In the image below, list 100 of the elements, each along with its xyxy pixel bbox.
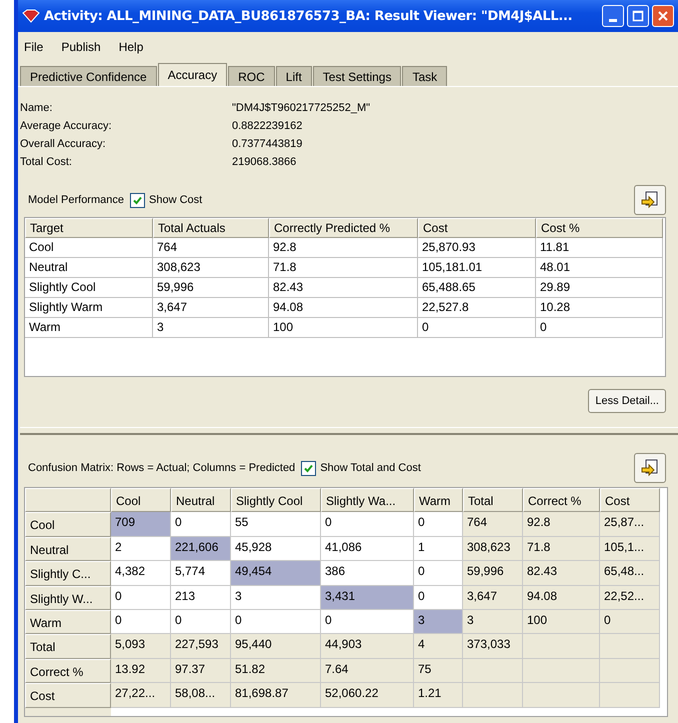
table-cell: 71.8: [523, 536, 600, 562]
row-header: Slightly C...: [25, 561, 111, 586]
table-cell: 92.8: [523, 512, 600, 537]
tab[interactable]: Predictive Confidence: [20, 66, 157, 86]
table-cell: 0: [414, 512, 463, 537]
table-cell: 94.08: [269, 298, 418, 318]
section-label: Confusion Matrix: Rows = Actual; Columns = Predicted: [28, 462, 296, 474]
table-cell: Warm: [25, 318, 153, 338]
minimize-button[interactable]: [602, 5, 624, 27]
checkbox[interactable]: [130, 192, 145, 208]
table-cell: 81,698.87: [231, 683, 321, 708]
table-cell: 48.01: [536, 258, 663, 278]
column-header[interactable]: Target: [25, 218, 153, 238]
table-cell: 386: [321, 561, 414, 586]
table-cell: 0: [600, 610, 660, 634]
menu-item[interactable]: Publish: [61, 40, 101, 54]
table-cell: 308,623: [153, 258, 269, 278]
table-cell: 4,382: [111, 561, 171, 586]
field-value: "DM4J$T960217725252_M": [232, 101, 372, 115]
table-cell: 59,996: [463, 561, 523, 586]
field-label: Average Accuracy:: [20, 119, 113, 133]
table-cell: 0: [414, 586, 463, 610]
table-cell: Cool: [25, 238, 153, 258]
close-button[interactable]: [652, 5, 674, 27]
menu-item[interactable]: File: [24, 40, 44, 54]
column-header[interactable]: Correctly Predicted %: [269, 218, 418, 238]
row-header: Correct %: [25, 658, 111, 684]
window-title: Activity: ALL_MINING_DATA_BU861876573_BA: Result Viewer: "DM4J$ALL...: [44, 8, 574, 24]
tab[interactable]: Lift: [276, 66, 312, 86]
column-header[interactable]: Cool: [111, 488, 171, 512]
table-cell: 75: [414, 658, 463, 684]
table-cell: 44,903: [321, 634, 414, 659]
table-cell: 3,647: [153, 298, 269, 318]
column-header[interactable]: Warm: [414, 488, 463, 512]
checkbox[interactable]: [301, 460, 316, 476]
table-cell: 0: [111, 610, 171, 634]
row-header: Neutral: [25, 536, 111, 562]
table-cell: 3: [231, 586, 321, 610]
table-cell: 0: [111, 586, 171, 610]
tab[interactable]: Accuracy: [158, 63, 228, 86]
table-cell: 1: [414, 536, 463, 562]
table-cell: 22,52...: [600, 586, 660, 610]
field-value: 219068.3866: [232, 155, 298, 169]
table-cell: [600, 634, 660, 659]
column-header[interactable]: Cost: [418, 218, 536, 238]
column-header[interactable]: Total: [463, 488, 523, 512]
table-cell: 709: [111, 512, 171, 537]
table-cell: 25,87...: [600, 512, 660, 537]
table-cell: 97.37: [171, 658, 231, 684]
column-header[interactable]: Correct %: [523, 488, 600, 512]
table-cell: 0: [414, 561, 463, 586]
field-value: 0.7377443819: [232, 137, 304, 151]
export-button[interactable]: [634, 453, 666, 483]
table-cell: 55: [231, 512, 321, 537]
table-cell: 52,060.22: [321, 683, 414, 708]
table-cell: 3,647: [463, 586, 523, 610]
table-cell: 373,033: [463, 634, 523, 659]
table-cell: 3: [414, 610, 463, 634]
tab[interactable]: Test Settings: [312, 66, 402, 86]
table-cell: 100: [269, 318, 418, 338]
export-icon: [640, 458, 660, 478]
table-cell: 3: [463, 610, 523, 634]
table-cell: 0: [321, 610, 414, 634]
minimize-icon: [609, 18, 617, 22]
splitter[interactable]: [20, 427, 678, 435]
table-cell: 764: [463, 512, 523, 537]
column-header[interactable]: Slightly Wa...: [321, 488, 414, 512]
table-cell: 0: [231, 610, 321, 634]
menu-item[interactable]: Help: [118, 40, 144, 54]
column-header[interactable]: Total Actuals: [153, 218, 269, 238]
row-header: Warm: [25, 610, 111, 634]
gem-icon: [22, 9, 40, 23]
column-header[interactable]: Cost: [600, 488, 660, 512]
table-cell: 27,22...: [111, 683, 171, 708]
table-cell: 100: [523, 610, 600, 634]
section-label: Model Performance: [28, 194, 124, 206]
table-cell: 82.43: [269, 278, 418, 298]
table-cell: 227,593: [171, 634, 231, 659]
column-header[interactable]: Neutral: [171, 488, 231, 512]
tab[interactable]: ROC: [228, 66, 275, 86]
table-cell: 41,086: [321, 536, 414, 562]
table-cell: [600, 658, 660, 684]
checkbox-label[interactable]: Show Cost: [149, 194, 202, 206]
table-cell: 105,181.01: [418, 258, 536, 278]
row-header: Cost: [25, 683, 111, 708]
column-header[interactable]: Cost %: [536, 218, 663, 238]
table-cell: Slightly Warm: [25, 298, 153, 318]
column-header[interactable]: Slightly Cool: [231, 488, 321, 512]
maximize-button[interactable]: [627, 5, 649, 27]
checkmark-icon: [303, 462, 314, 474]
checkmark-icon: [132, 194, 143, 206]
table-cell: 3: [153, 318, 269, 338]
tab[interactable]: Task: [402, 66, 448, 86]
table-cell: 25,870.93: [418, 238, 536, 258]
table-cell: 221,606: [171, 536, 231, 562]
checkbox-label[interactable]: Show Total and Cost: [320, 462, 421, 474]
less-detail-button[interactable]: Less Detail...: [588, 389, 666, 413]
table-cell: Slightly Cool: [25, 278, 153, 298]
table-cell: 65,48...: [600, 561, 660, 586]
export-button[interactable]: [634, 185, 666, 215]
